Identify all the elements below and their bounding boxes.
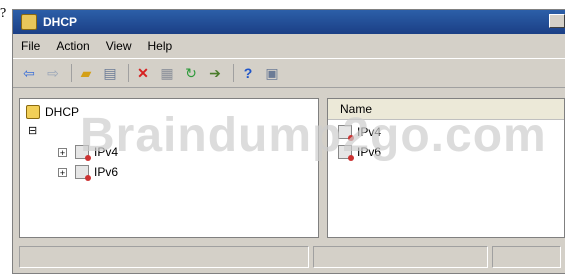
back-icon[interactable]: ⇦ bbox=[19, 63, 39, 83]
toolbar-separator bbox=[233, 64, 234, 82]
list-item[interactable]: IPv4 bbox=[338, 125, 382, 141]
list-item[interactable]: IPv6 bbox=[338, 145, 382, 161]
tree-item-ipv6[interactable]: + IPv6 bbox=[58, 165, 119, 181]
show-hide-tree-icon[interactable]: ▤ bbox=[100, 63, 120, 83]
tree-root-label: DHCP bbox=[45, 105, 80, 119]
up-folder-icon[interactable]: ▰ bbox=[76, 63, 96, 83]
mmc-window: DHCP File Action View Help ⇦ ⇨ ▰ ▤ ✕ ▦ ↻… bbox=[12, 9, 565, 274]
stray-mark: ? bbox=[0, 6, 7, 21]
tree-root[interactable]: DHCP bbox=[26, 105, 79, 119]
ipv4-icon bbox=[75, 145, 91, 161]
column-header-label: Name bbox=[340, 102, 373, 116]
status-bar bbox=[19, 246, 565, 268]
menu-action[interactable]: Action bbox=[56, 39, 89, 53]
toolbar: ⇦ ⇨ ▰ ▤ ✕ ▦ ↻ ➔ ? ▣ bbox=[13, 58, 565, 88]
toolbar-separator bbox=[128, 64, 129, 82]
menu-bar: File Action View Help bbox=[13, 34, 565, 58]
delete-icon[interactable]: ✕ bbox=[133, 63, 153, 83]
tree-item-label: IPv6 bbox=[94, 165, 119, 179]
tree-item-ipv4[interactable]: + IPv4 bbox=[58, 145, 119, 161]
properties-icon[interactable]: ▦ bbox=[157, 63, 177, 83]
menu-help[interactable]: Help bbox=[148, 39, 173, 53]
panes: DHCP ⊟ + IPv4 + IPv6 Name IPv4 IPv6 bbox=[19, 98, 565, 238]
tree-item-label: IPv4 bbox=[94, 145, 119, 159]
minimize-button[interactable] bbox=[549, 14, 565, 28]
status-segment bbox=[19, 246, 309, 268]
expand-icon[interactable]: + bbox=[58, 167, 67, 177]
collapse-icon[interactable]: ⊟ bbox=[28, 124, 37, 137]
title-bar[interactable]: DHCP bbox=[13, 10, 565, 34]
dhcp-app-icon bbox=[21, 14, 37, 30]
status-segment bbox=[492, 246, 561, 268]
toolbar-separator bbox=[71, 64, 72, 82]
forward-icon[interactable]: ⇨ bbox=[43, 63, 63, 83]
ipv4-icon bbox=[338, 125, 354, 141]
tree-server[interactable]: ⊟ bbox=[28, 124, 37, 137]
dhcp-root-icon bbox=[26, 105, 40, 119]
console-tree: DHCP ⊟ + IPv4 + IPv6 bbox=[19, 98, 319, 238]
window-title: DHCP bbox=[43, 15, 78, 29]
results-pane: Name IPv4 IPv6 bbox=[327, 98, 565, 238]
menu-view[interactable]: View bbox=[106, 39, 132, 53]
console-icon[interactable]: ▣ bbox=[262, 63, 282, 83]
pane-splitter[interactable] bbox=[319, 98, 327, 238]
ipv6-icon bbox=[75, 165, 91, 181]
list-item-label: IPv6 bbox=[357, 145, 382, 159]
refresh-icon[interactable]: ↻ bbox=[181, 63, 201, 83]
export-icon[interactable]: ➔ bbox=[205, 63, 225, 83]
column-header-name[interactable]: Name bbox=[328, 99, 564, 120]
list-item-label: IPv4 bbox=[357, 125, 382, 139]
status-segment bbox=[313, 246, 488, 268]
menu-file[interactable]: File bbox=[21, 39, 40, 53]
ipv6-icon bbox=[338, 145, 354, 161]
expand-icon[interactable]: + bbox=[58, 147, 67, 157]
help-icon[interactable]: ? bbox=[238, 63, 258, 83]
